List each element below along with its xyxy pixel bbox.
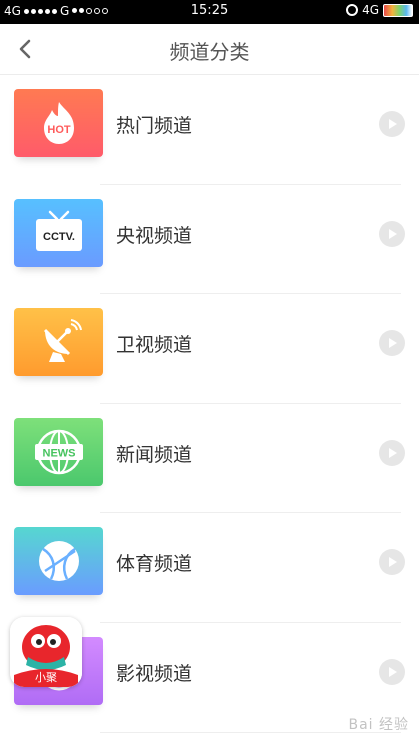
category-tile: HOT bbox=[14, 89, 103, 157]
page-header: 频道分类 bbox=[0, 24, 419, 75]
basketball-icon bbox=[38, 541, 79, 582]
category-label: 影视频道 bbox=[116, 662, 193, 685]
play-icon bbox=[389, 666, 397, 677]
category-row-sports[interactable]: 体育频道 bbox=[0, 513, 419, 623]
category-row-hot[interactable]: HOT 热门频道 bbox=[0, 75, 419, 185]
hot-flame-icon: HOT bbox=[43, 102, 74, 144]
category-label: 央视频道 bbox=[116, 224, 193, 247]
category-label: 卫视频道 bbox=[116, 334, 193, 357]
play-button[interactable] bbox=[379, 330, 405, 357]
category-tile bbox=[14, 308, 103, 377]
play-icon bbox=[389, 119, 397, 129]
play-button[interactable] bbox=[379, 439, 405, 466]
battery-icon bbox=[383, 3, 413, 17]
play-button[interactable] bbox=[379, 220, 405, 247]
news-globe-icon: NEWS bbox=[34, 429, 83, 475]
category-row-satellite[interactable]: 卫视频道 bbox=[0, 294, 419, 404]
status-icons: 4G bbox=[346, 3, 413, 17]
play-button[interactable] bbox=[379, 111, 405, 137]
tv-icon: CCTV. bbox=[35, 210, 82, 251]
category-tile: CCTV. bbox=[14, 198, 103, 267]
play-icon bbox=[389, 447, 397, 458]
play-icon bbox=[389, 557, 397, 568]
satellite-dish-icon bbox=[43, 319, 82, 363]
page-title: 频道分类 bbox=[169, 40, 250, 64]
news-icon-text: NEWS bbox=[42, 447, 75, 459]
play-icon bbox=[389, 338, 397, 349]
category-label: 体育频道 bbox=[116, 553, 193, 576]
category-tile: NEWS bbox=[14, 417, 103, 486]
mascot-label: 小聚 bbox=[35, 671, 57, 684]
network-type-text: 4G bbox=[362, 3, 379, 17]
category-row-cctv[interactable]: CCTV. 央视频道 bbox=[0, 185, 419, 295]
cctv-icon-text: CCTV. bbox=[43, 231, 75, 243]
category-label: 热门频道 bbox=[116, 115, 193, 137]
mascot-badge[interactable]: 小聚 bbox=[10, 617, 82, 687]
play-button[interactable] bbox=[379, 549, 405, 576]
category-label: 新闻频道 bbox=[116, 443, 193, 466]
hot-icon-text: HOT bbox=[47, 124, 71, 136]
alarm-icon bbox=[346, 4, 359, 16]
category-row-news[interactable]: NEWS 新闻频道 bbox=[0, 404, 419, 514]
watermark: Bai 经验 bbox=[348, 717, 409, 733]
play-button[interactable] bbox=[379, 658, 405, 685]
play-icon bbox=[389, 228, 397, 239]
category-tile bbox=[14, 527, 103, 596]
status-bar: 4G G 15:25 4G bbox=[0, 0, 419, 24]
